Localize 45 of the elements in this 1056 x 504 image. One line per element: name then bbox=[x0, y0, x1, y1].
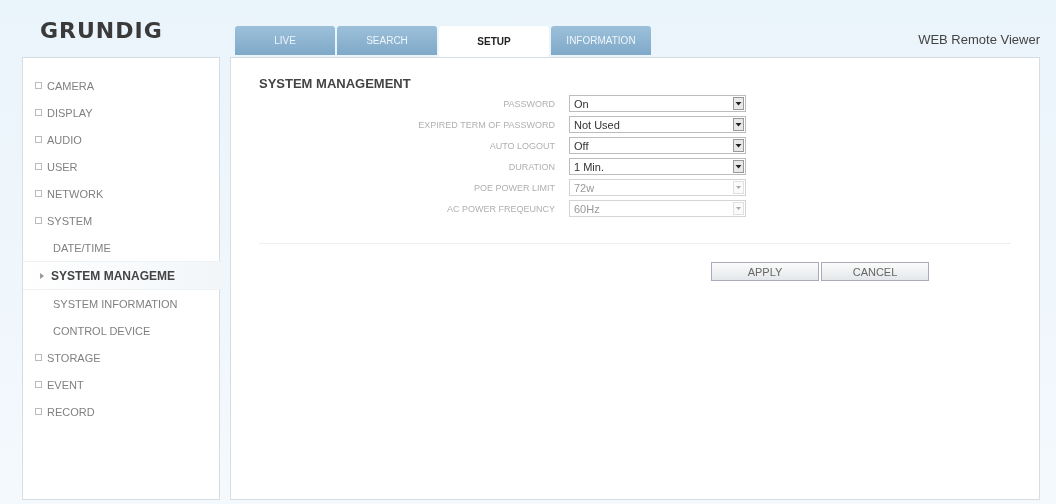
app-title: WEB Remote Viewer bbox=[918, 32, 1040, 49]
field-label: EXPIRED TERM OF PASSWORD bbox=[417, 119, 556, 130]
menu-item[interactable]: USER bbox=[23, 153, 219, 180]
field-label: PASSWORD bbox=[502, 98, 556, 109]
caret-icon bbox=[733, 139, 744, 152]
submenu-item[interactable]: DATE/TIME bbox=[23, 234, 219, 261]
dropdown[interactable]: Not Used bbox=[569, 116, 746, 133]
dropdown[interactable]: Off bbox=[569, 137, 746, 154]
caret-icon bbox=[733, 160, 744, 173]
menu-item[interactable]: EVENT bbox=[23, 371, 219, 398]
menu-item[interactable]: RECORD bbox=[23, 398, 219, 425]
field-label: DURATION bbox=[507, 161, 556, 172]
menu-item[interactable]: DISPLAY bbox=[23, 99, 219, 126]
bullet-icon bbox=[35, 354, 42, 361]
field-label: AUTO LOGOUT bbox=[488, 140, 556, 151]
submenu-item[interactable]: SYSTEM INFORMATION bbox=[23, 290, 219, 317]
menu-item[interactable]: STORAGE bbox=[23, 344, 219, 371]
field-label: AC POWER FREQEUNCY bbox=[446, 203, 556, 214]
menu-item[interactable]: NETWORK bbox=[23, 180, 219, 207]
bullet-icon bbox=[35, 109, 42, 116]
dropdown[interactable]: 1 Min. bbox=[569, 158, 746, 175]
bullet-icon bbox=[35, 381, 42, 388]
bullet-icon bbox=[35, 82, 42, 89]
menu-item[interactable]: AUDIO bbox=[23, 126, 219, 153]
menu-item[interactable]: CAMERA bbox=[23, 72, 219, 99]
bullet-icon bbox=[35, 163, 42, 170]
caret-icon bbox=[733, 202, 744, 215]
bullet-icon bbox=[35, 136, 42, 143]
caret-icon bbox=[733, 118, 744, 131]
bullet-icon bbox=[35, 217, 42, 224]
menu-item[interactable]: SYSTEM bbox=[23, 207, 219, 234]
caret-icon bbox=[733, 181, 744, 194]
submenu-item[interactable]: SYSTEM MANAGEME bbox=[23, 261, 223, 290]
section-title: SYSTEM MANAGEMENT bbox=[259, 76, 411, 91]
submenu-item[interactable]: CONTROL DEVICE bbox=[23, 317, 219, 344]
caret-icon bbox=[733, 97, 744, 110]
bullet-icon bbox=[35, 190, 42, 197]
nav-tab[interactable]: SETUP bbox=[439, 26, 549, 57]
action-button[interactable]: APPLY bbox=[711, 262, 819, 281]
arrow-icon bbox=[39, 272, 45, 279]
bullet-icon bbox=[35, 408, 42, 415]
brand-logo: GRUNDIG bbox=[40, 18, 164, 45]
dropdown[interactable]: On bbox=[569, 95, 746, 112]
action-button[interactable]: CANCEL bbox=[821, 262, 929, 281]
field-label: POE POWER LIMIT bbox=[473, 182, 556, 193]
